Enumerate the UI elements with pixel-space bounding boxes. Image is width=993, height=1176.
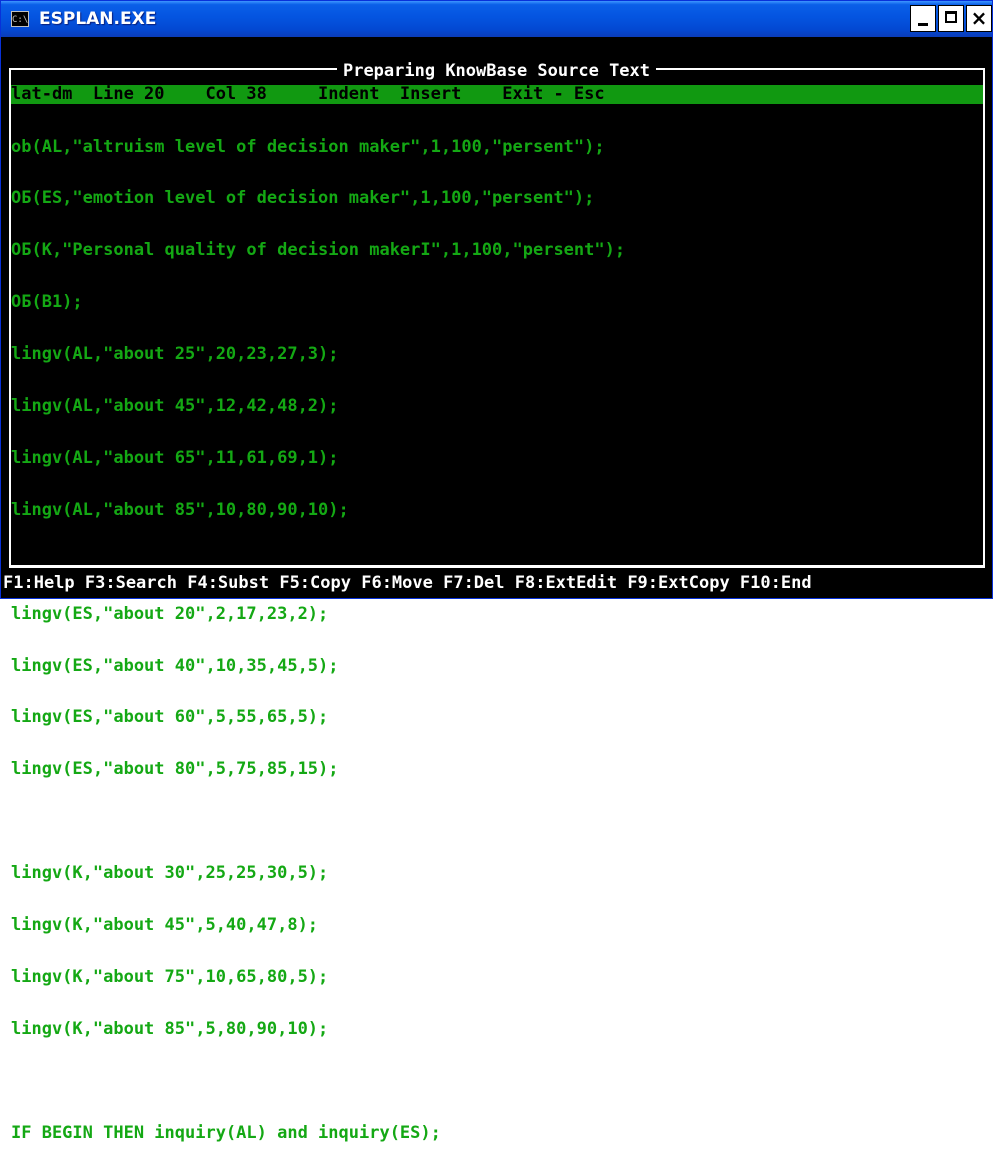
function-key-bar: F1:Help F3:Search F4:Subst F5:Copy F6:Mo… <box>3 573 812 593</box>
status-bar: lat-dm Line 20 Col 38 Indent Insert Exit… <box>11 85 983 104</box>
editor-line[interactable]: lingv(AL,"about 85",10,80,90,10); <box>11 501 983 519</box>
frame-title-row: Preparing KnowBase Source Text <box>1 61 992 81</box>
editor-line[interactable]: lingv(K,"about 75",10,65,80,5); <box>11 968 983 986</box>
maximize-button[interactable] <box>938 5 964 32</box>
editor-line[interactable] <box>11 554 983 571</box>
frame-title: Preparing KnowBase Source Text <box>336 61 657 81</box>
editor-line[interactable]: lingv(ES,"about 40",10,35,45,5); <box>11 657 983 675</box>
editor-line[interactable]: lingv(ES,"about 80",5,75,85,15); <box>11 760 983 778</box>
editor-line[interactable]: OБ(B1); <box>11 293 983 311</box>
editor-line[interactable]: lingv(ES,"about 20",2,17,23,2); <box>11 605 983 623</box>
console-area[interactable]: Preparing KnowBase Source Text lat-dm Li… <box>1 37 992 1141</box>
title-bar[interactable]: C:\ ESPLAN.EXE × <box>1 1 992 37</box>
console-window: C:\ ESPLAN.EXE × Preparing KnowBase Sour… <box>0 0 993 1141</box>
window-controls: × <box>910 5 992 32</box>
editor-line[interactable]: lingv(K,"about 30",25,25,30,5); <box>11 864 983 882</box>
editor-line[interactable]: lingv(ES,"about 60",5,55,65,5); <box>11 709 983 727</box>
editor-line[interactable]: lingv(AL,"about 65",11,61,69,1); <box>11 449 983 467</box>
maximize-icon <box>945 11 957 23</box>
editor-line[interactable]: lingv(AL,"about 45",12,42,48,2); <box>11 397 983 415</box>
editor-line[interactable] <box>11 1073 983 1090</box>
minimize-button[interactable] <box>910 5 936 32</box>
editor-line[interactable]: lingv(K,"about 85",5,80,90,10); <box>11 1020 983 1038</box>
editor-line[interactable]: ob(AL,"altruism level of decision maker"… <box>11 138 983 156</box>
minimize-icon <box>918 23 928 26</box>
source-editor[interactable]: ob(AL,"altruism level of decision maker"… <box>11 104 983 1176</box>
editor-line[interactable]: lingv(K,"about 45",5,40,47,8); <box>11 916 983 934</box>
window-title: ESPLAN.EXE <box>39 9 157 29</box>
close-icon: × <box>970 6 988 30</box>
editor-line[interactable]: lingv(AL,"about 25",20,23,27,3); <box>11 345 983 363</box>
editor-line[interactable] <box>11 813 983 830</box>
editor-line[interactable]: OБ(ES,"emotion level of decision maker",… <box>11 190 983 208</box>
close-button[interactable]: × <box>966 5 992 32</box>
console-icon[interactable]: C:\ <box>11 11 29 27</box>
editor-line[interactable]: IF BEGIN THEN inquiry(AL) and inquiry(ES… <box>11 1124 983 1142</box>
editor-line[interactable]: OБ(K,"Personal quality of decision maker… <box>11 242 983 260</box>
